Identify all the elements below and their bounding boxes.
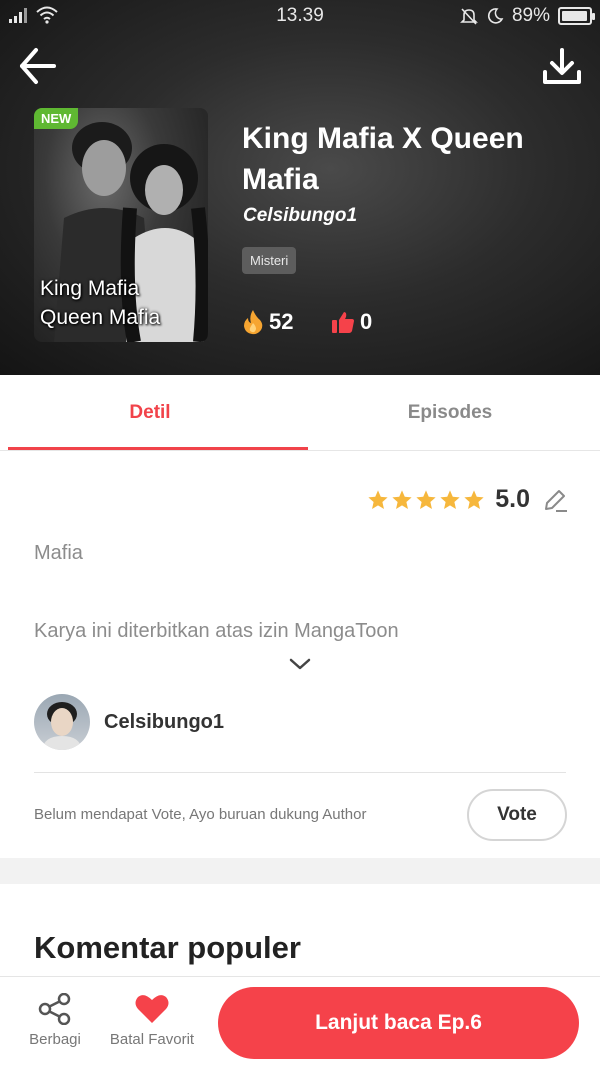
mute-icon [460, 8, 478, 25]
star-icon [440, 489, 460, 509]
star-icon [464, 489, 484, 509]
comments-title: Komentar populer [34, 930, 301, 965]
favorite-label: Batal Favorit [109, 1031, 195, 1048]
download-icon [543, 48, 581, 84]
continue-reading-button[interactable]: Lanjut baca Ep.6 [218, 987, 579, 1059]
vote-button[interactable]: Vote [467, 789, 567, 841]
divider [34, 772, 566, 773]
new-badge: NEW [34, 108, 79, 129]
battery-percent: 89% [511, 5, 550, 26]
star-icon [392, 489, 412, 509]
back-button[interactable] [16, 44, 60, 88]
rating-row: 5.0 [367, 485, 568, 514]
vote-message: Belum mendapat Vote, Ayo buruan dukung A… [34, 806, 367, 823]
status-right: 89% [460, 5, 595, 27]
tab-detil[interactable]: Detil [0, 375, 300, 451]
share-label: Berbagi [29, 1031, 81, 1048]
author-row[interactable]: Celsibungo1 [34, 694, 224, 750]
book-detail-screen: 13.39 89% NEW King Mafia Queen Mafia Kin… [0, 0, 600, 1067]
book-title: King Mafia X Queen Mafia [242, 122, 524, 196]
tab-episodes[interactable]: Episodes [300, 375, 600, 451]
star-rating [367, 489, 485, 511]
star-icon [416, 489, 436, 509]
chevron-down-icon [289, 658, 311, 670]
moon-icon [487, 8, 504, 24]
share-icon [38, 993, 71, 1025]
active-tab-indicator [8, 447, 308, 450]
dislikes-count: 0 [360, 309, 373, 334]
edit-icon[interactable] [542, 487, 568, 513]
favorite-button[interactable]: Batal Favorit [100, 977, 204, 1048]
likes-stat: 52 [242, 309, 293, 335]
thumbs-up-icon [332, 312, 354, 333]
cover-title-line1: King Mafia [40, 277, 140, 300]
rating-value: 5.0 [495, 485, 530, 513]
cover-title-text: King Mafia Queen Mafia [40, 274, 160, 332]
status-bar: 13.39 89% [0, 0, 600, 32]
tab-bar: Detil Episodes [0, 375, 600, 451]
expand-button[interactable] [287, 656, 313, 672]
avatar [34, 694, 90, 750]
author-name: Celsibungo1 [104, 710, 225, 733]
heart-icon [135, 995, 169, 1023]
fire-icon [244, 310, 263, 335]
license-text: Karya ini diterbitkan atas izin MangaToo… [34, 620, 399, 642]
bottom-action-bar: Berbagi Batal Favorit Lanjut baca Ep.6 [0, 976, 600, 1067]
download-button[interactable] [540, 44, 584, 88]
book-author[interactable]: Celsibungo1 [243, 205, 357, 227]
dislikes-stat: 0 [331, 309, 372, 335]
genre-tag[interactable]: Misteri [242, 247, 297, 274]
star-icon [368, 489, 388, 509]
cover-title-line2: Queen Mafia [40, 306, 161, 329]
section-separator [0, 858, 600, 884]
likes-count: 52 [269, 309, 294, 334]
book-header: 13.39 89% NEW King Mafia Queen Mafia Kin… [0, 0, 600, 375]
book-cover[interactable]: NEW King Mafia Queen Mafia [34, 108, 208, 342]
description-tag: Mafia [34, 542, 83, 564]
avatar-image [42, 702, 82, 750]
battery-icon [558, 7, 595, 25]
arrow-left-icon [20, 48, 56, 84]
share-button[interactable]: Berbagi [20, 977, 90, 1048]
